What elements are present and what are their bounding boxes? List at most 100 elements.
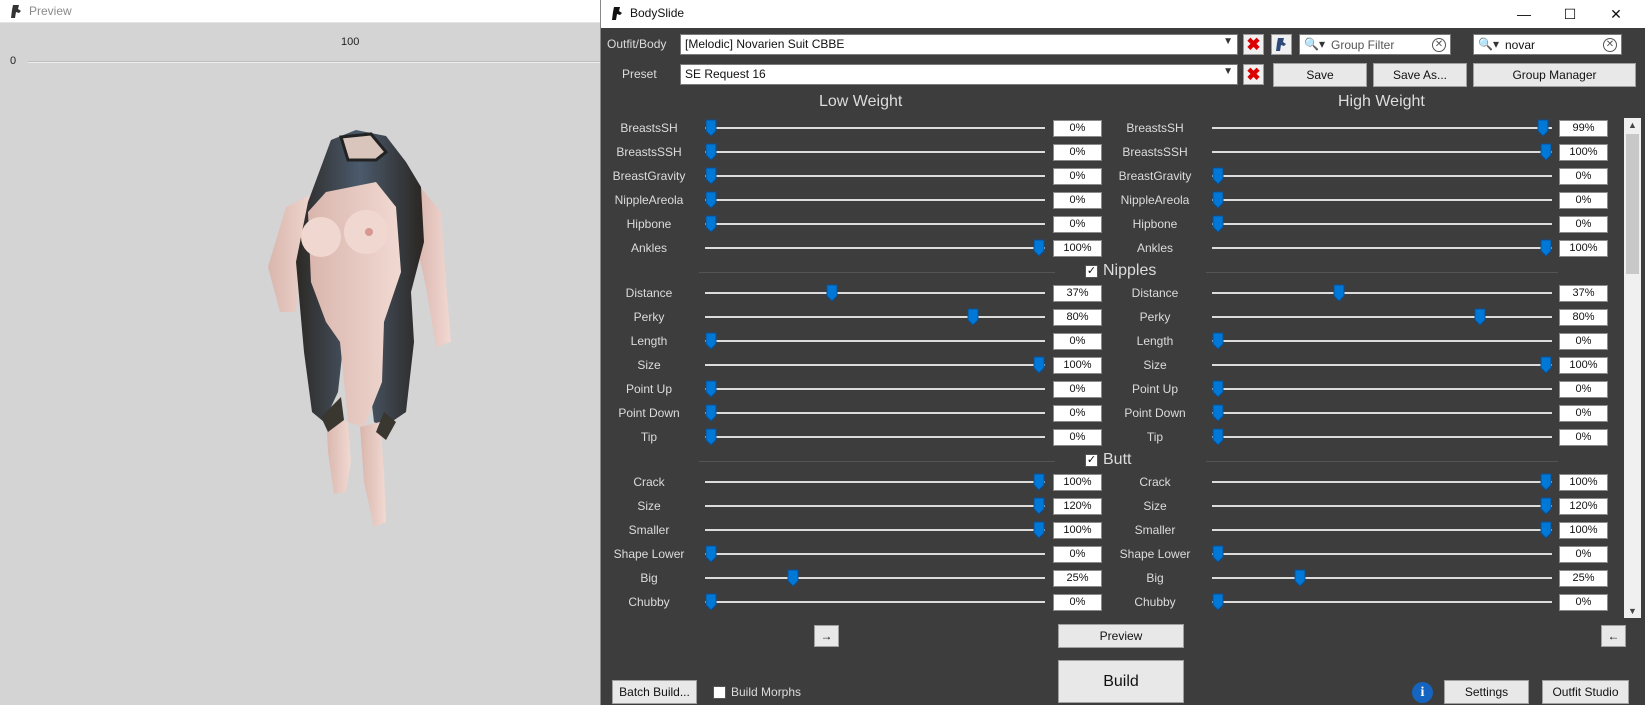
slider-track[interactable] <box>705 388 1045 390</box>
slider-thumb[interactable] <box>1212 215 1224 233</box>
slider-track[interactable] <box>1212 529 1552 531</box>
slider-thumb[interactable] <box>1033 473 1045 491</box>
clear-icon[interactable]: ✕ <box>1432 38 1446 52</box>
slider-thumb[interactable] <box>1212 545 1224 563</box>
slider-thumb[interactable] <box>1540 521 1552 539</box>
slider-track[interactable] <box>1212 292 1552 294</box>
preset-select[interactable]: SE Request 16 ▼ <box>680 64 1238 85</box>
preview-titlebar[interactable]: Preview <box>0 0 600 23</box>
slider-value-field[interactable]: 0% <box>1559 429 1608 446</box>
slider-thumb[interactable] <box>1212 332 1224 350</box>
scroll-up-icon[interactable]: ▲ <box>1624 118 1641 132</box>
slider-thumb[interactable] <box>967 308 979 326</box>
slider-thumb[interactable] <box>705 593 717 611</box>
batch-build-button[interactable]: Batch Build... <box>612 680 697 704</box>
slider-value-field[interactable]: 100% <box>1559 240 1608 257</box>
slider-track[interactable] <box>705 223 1045 225</box>
slider-value-field[interactable]: 100% <box>1559 474 1608 491</box>
slider-track[interactable] <box>705 292 1045 294</box>
slider-thumb[interactable] <box>705 545 717 563</box>
slider-track[interactable] <box>1212 364 1552 366</box>
slider-track[interactable] <box>1212 223 1552 225</box>
slider-value-field[interactable]: 37% <box>1559 285 1608 302</box>
slider-track[interactable] <box>1212 175 1552 177</box>
scroll-down-icon[interactable]: ▼ <box>1624 604 1641 618</box>
slider-thumb[interactable] <box>1212 428 1224 446</box>
slider-track[interactable] <box>1212 340 1552 342</box>
slider-track[interactable] <box>1212 601 1552 603</box>
slider-thumb[interactable] <box>705 191 717 209</box>
save-button[interactable]: Save <box>1273 63 1367 87</box>
slider-thumb[interactable] <box>787 569 799 587</box>
group-manager-button[interactable]: Group Manager <box>1473 63 1636 87</box>
slider-thumb[interactable] <box>1540 497 1552 515</box>
slider-track[interactable] <box>705 505 1045 507</box>
body-preview-model[interactable] <box>256 122 486 557</box>
slider-thumb[interactable] <box>1540 473 1552 491</box>
bodyslide-titlebar[interactable]: BodySlide — ☐ ✕ <box>601 0 1645 28</box>
slider-value-field[interactable]: 0% <box>1559 381 1608 398</box>
slider-track[interactable] <box>705 481 1045 483</box>
build-morphs-checkbox[interactable] <box>713 685 726 699</box>
weight-ruler[interactable] <box>28 61 600 63</box>
slider-value-field[interactable]: 100% <box>1559 357 1608 374</box>
slider-track[interactable] <box>705 529 1045 531</box>
slider-thumb[interactable] <box>1033 521 1045 539</box>
preview-button[interactable]: Preview <box>1058 624 1184 648</box>
group-butt-checkbox[interactable]: ✓ <box>1085 453 1098 467</box>
slider-thumb[interactable] <box>1212 167 1224 185</box>
slider-track[interactable] <box>705 436 1045 438</box>
slider-thumb[interactable] <box>705 167 717 185</box>
slider-track[interactable] <box>705 316 1045 318</box>
slider-track[interactable] <box>705 175 1045 177</box>
group-nipples[interactable]: ✓ Nipples <box>1085 262 1156 280</box>
slider-thumb[interactable] <box>1212 380 1224 398</box>
settings-button[interactable]: Settings <box>1444 680 1529 704</box>
copy-low-to-high-button[interactable]: → <box>814 625 839 647</box>
build-button[interactable]: Build <box>1058 660 1184 703</box>
outfit-filter-input[interactable]: 🔍▾ novar ✕ <box>1473 34 1622 55</box>
slider-thumb[interactable] <box>1294 569 1306 587</box>
slider-track[interactable] <box>1212 577 1552 579</box>
slider-track[interactable] <box>1212 316 1552 318</box>
slider-track[interactable] <box>705 127 1045 129</box>
slider-value-field[interactable]: 0% <box>1559 168 1608 185</box>
slider-thumb[interactable] <box>1474 308 1486 326</box>
copy-high-to-low-button[interactable]: ← <box>1601 625 1626 647</box>
slider-track[interactable] <box>1212 247 1552 249</box>
slider-value-field[interactable]: 0% <box>1559 546 1608 563</box>
clear-outfit-button[interactable]: ✖ <box>1243 34 1264 55</box>
slider-value-field[interactable]: 99% <box>1559 120 1608 137</box>
slider-track[interactable] <box>1212 127 1552 129</box>
info-icon[interactable]: i <box>1412 682 1433 703</box>
slider-track[interactable] <box>1212 436 1552 438</box>
slider-scrollbar[interactable]: ▲ ▼ <box>1624 118 1641 618</box>
maximize-button[interactable]: ☐ <box>1547 0 1593 28</box>
slider-thumb[interactable] <box>1212 191 1224 209</box>
slider-thumb[interactable] <box>1033 497 1045 515</box>
slider-track[interactable] <box>705 412 1045 414</box>
slider-track[interactable] <box>705 577 1045 579</box>
slider-thumb[interactable] <box>1212 593 1224 611</box>
slider-value-field[interactable]: 120% <box>1559 498 1608 515</box>
slider-thumb[interactable] <box>1333 284 1345 302</box>
slider-thumb[interactable] <box>1212 404 1224 422</box>
slider-track[interactable] <box>1212 481 1552 483</box>
slider-thumb[interactable] <box>705 332 717 350</box>
minimize-button[interactable]: — <box>1501 0 1547 28</box>
group-filter-input[interactable]: 🔍▾ Group Filter ✕ <box>1299 34 1451 55</box>
slider-track[interactable] <box>1212 412 1552 414</box>
outfit-studio-button[interactable]: Outfit Studio <box>1542 680 1629 704</box>
slider-value-field[interactable]: 100% <box>1559 522 1608 539</box>
close-button[interactable]: ✕ <box>1593 0 1639 28</box>
outfit-icon-button[interactable] <box>1271 34 1292 55</box>
slider-thumb[interactable] <box>705 404 717 422</box>
slider-track[interactable] <box>705 553 1045 555</box>
slider-value-field[interactable]: 0% <box>1559 192 1608 209</box>
slider-thumb[interactable] <box>826 284 838 302</box>
slider-thumb[interactable] <box>1033 239 1045 257</box>
slider-track[interactable] <box>705 364 1045 366</box>
slider-value-field[interactable]: 0% <box>1559 594 1608 611</box>
slider-track[interactable] <box>1212 505 1552 507</box>
group-nipples-checkbox[interactable]: ✓ <box>1085 264 1098 278</box>
